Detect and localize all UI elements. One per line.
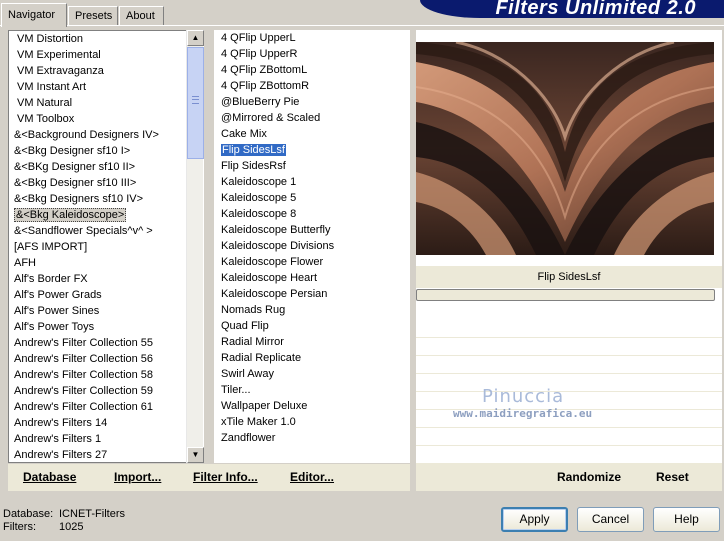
category-item[interactable]: &<Sandflower Specials^v^ >	[9, 223, 204, 239]
preview-image	[416, 42, 714, 255]
category-item[interactable]: Alf's Power Sines	[9, 303, 204, 319]
filter-item[interactable]: Kaleidoscope Divisions	[214, 238, 410, 254]
filters-count-label: Filters:	[3, 521, 36, 533]
category-item[interactable]: Andrew's Filters 27	[9, 447, 204, 462]
filter-item[interactable]: Kaleidoscope 8	[214, 206, 410, 222]
selected-filter-name: Flip SidesLsf	[416, 266, 722, 288]
category-item[interactable]: &<Background Designers IV>	[9, 127, 204, 143]
tab-about[interactable]: About	[119, 6, 164, 26]
filter-list[interactable]: 4 QFlip UpperL 4 QFlip UpperR 4 QFlip ZBot…	[214, 30, 410, 463]
progress-bar	[416, 289, 715, 301]
database-value: ICNET-Filters	[59, 508, 125, 520]
filter-item[interactable]: 4 QFlip ZBottomR	[214, 78, 410, 94]
category-item[interactable]: Alf's Power Toys	[9, 319, 204, 335]
category-item[interactable]: &<Bkg Kaleidoscope>	[9, 207, 204, 223]
category-item[interactable]: Alf's Power Grads	[9, 287, 204, 303]
filter-item[interactable]: Kaleidoscope Heart	[214, 270, 410, 286]
category-list[interactable]: VM Distortion VM Experimental VM Extravaga…	[8, 30, 204, 463]
reset-button[interactable]: Reset	[656, 470, 689, 484]
filter-item[interactable]: Radial Replicate	[214, 350, 410, 366]
filter-item[interactable]: 4 QFlip UpperR	[214, 46, 410, 62]
left-button-bar: Database Import... Filter Info... Editor…	[8, 464, 410, 491]
database-label: Database:	[3, 508, 54, 520]
filter-item[interactable]: 4 QFlip ZBottomL	[214, 62, 410, 78]
tab-bar: Navigator Presets About Filters Unlimite…	[0, 0, 724, 27]
category-item[interactable]: VM Experimental	[9, 47, 204, 63]
category-item[interactable]: [AFS IMPORT]	[9, 239, 204, 255]
filter-item[interactable]: Swirl Away	[214, 366, 410, 382]
filter-item[interactable]: xTile Maker 1.0	[214, 414, 410, 430]
import-button[interactable]: Import...	[114, 470, 161, 484]
category-item[interactable]: &<Bkg Designer sf10 I>	[9, 143, 204, 159]
filter-item[interactable]: Kaleidoscope 1	[214, 174, 410, 190]
filter-item[interactable]: Kaleidoscope Persian	[214, 286, 410, 302]
filter-item[interactable]: Wallpaper Deluxe	[214, 398, 410, 414]
filter-item[interactable]: Flip SidesLsf	[214, 142, 410, 158]
filter-item[interactable]: @Mirrored & Scaled	[214, 110, 410, 126]
category-item[interactable]: VM Distortion	[9, 31, 204, 47]
category-scrollbar[interactable]: ▲ ▼	[186, 30, 204, 463]
help-button[interactable]: Help	[653, 507, 720, 532]
scroll-down-button[interactable]: ▼	[187, 447, 204, 463]
category-item[interactable]: Andrew's Filter Collection 56	[9, 351, 204, 367]
apply-button[interactable]: Apply	[501, 507, 568, 532]
category-item[interactable]: Andrew's Filter Collection 59	[9, 383, 204, 399]
category-item[interactable]: VM Extravaganza	[9, 63, 204, 79]
category-item[interactable]: &<Bkg Designer sf10 III>	[9, 175, 204, 191]
category-item[interactable]: VM Toolbox	[9, 111, 204, 127]
category-item[interactable]: Andrew's Filter Collection 61	[9, 399, 204, 415]
tab-navigator[interactable]: Navigator	[1, 3, 67, 27]
filter-item[interactable]: @BlueBerry Pie	[214, 94, 410, 110]
category-item[interactable]: Andrew's Filter Collection 58	[9, 367, 204, 383]
scroll-up-button[interactable]: ▲	[187, 30, 204, 46]
category-item[interactable]: Andrew's Filter Collection 55	[9, 335, 204, 351]
filter-item[interactable]: Cake Mix	[214, 126, 410, 142]
filter-item[interactable]: Kaleidoscope 5	[214, 190, 410, 206]
randomize-button[interactable]: Randomize	[557, 470, 621, 484]
cancel-button[interactable]: Cancel	[577, 507, 644, 532]
right-button-bar: Randomize Reset	[416, 464, 722, 491]
category-item[interactable]: AFH	[9, 255, 204, 271]
category-item[interactable]: Alf's Border FX	[9, 271, 204, 287]
category-item[interactable]: VM Natural	[9, 95, 204, 111]
filter-item[interactable]: 4 QFlip UpperL	[214, 30, 410, 46]
watermark-name: Pinuccia	[482, 386, 565, 407]
scroll-thumb[interactable]	[187, 47, 204, 159]
filter-item[interactable]: Radial Mirror	[214, 334, 410, 350]
filter-item[interactable]: Flip SidesRsf	[214, 158, 410, 174]
database-button[interactable]: Database	[23, 470, 76, 484]
filter-info-button[interactable]: Filter Info...	[193, 470, 258, 484]
editor-button[interactable]: Editor...	[290, 470, 334, 484]
app-title-banner: Filters Unlimited 2.0	[420, 0, 724, 18]
category-item[interactable]: &<BKg Designer sf10 II>	[9, 159, 204, 175]
watermark-url: www.maidiregrafica.eu	[453, 407, 593, 420]
filter-item[interactable]: Quad Flip	[214, 318, 410, 334]
filters-count-value: 1025	[59, 521, 84, 533]
category-item[interactable]: VM Instant Art	[9, 79, 204, 95]
category-item[interactable]: Andrew's Filters 14	[9, 415, 204, 431]
filter-item[interactable]: Kaleidoscope Flower	[214, 254, 410, 270]
parameter-area	[416, 320, 722, 464]
filter-item[interactable]: Nomads Rug	[214, 302, 410, 318]
tab-presets[interactable]: Presets	[68, 6, 118, 26]
filter-item[interactable]: Tiler...	[214, 382, 410, 398]
preview-panel: Flip SidesLsf	[416, 30, 722, 464]
filter-item[interactable]: Zandflower	[214, 430, 410, 446]
category-item[interactable]: Andrew's Filters 1	[9, 431, 204, 447]
filter-item[interactable]: Kaleidoscope Butterfly	[214, 222, 410, 238]
category-item[interactable]: &<Bkg Designers sf10 IV>	[9, 191, 204, 207]
